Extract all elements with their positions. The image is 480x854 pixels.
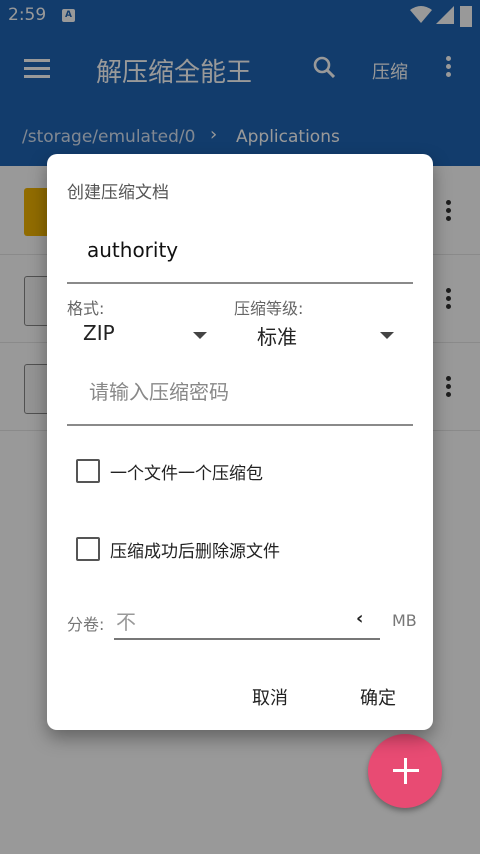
password-field [67,364,413,426]
delete-source-checkbox-row[interactable]: 压缩成功后删除源文件 [75,534,395,566]
split-size-field[interactable]: 不 ‹ [114,604,380,640]
level-label: 压缩等级: [234,299,304,318]
per-file-checkbox[interactable] [76,459,100,483]
add-fab-button[interactable] [368,734,442,808]
split-label: 分卷: [67,615,105,634]
level-select[interactable]: 标准 [234,318,404,354]
archive-name-field[interactable]: authority [67,224,413,284]
chevron-left-icon[interactable]: ‹ [356,608,363,629]
archive-name-value: authority [87,238,179,262]
format-label: 格式: [67,299,105,318]
delete-source-checkbox[interactable] [76,537,100,561]
dialog-title: 创建压缩文档 [67,183,169,203]
dropdown-arrow-icon [380,332,394,339]
password-input[interactable] [87,376,411,408]
confirm-button[interactable]: 确定 [360,684,396,710]
per-file-checkbox-row[interactable]: 一个文件一个压缩包 [75,456,395,488]
per-file-label: 一个文件一个压缩包 [110,464,263,484]
delete-source-label: 压缩成功后删除源文件 [110,542,280,562]
cancel-button[interactable]: 取消 [252,684,288,710]
level-value: 标准 [257,325,297,349]
plus-icon [393,758,419,784]
split-size-value: 不 [116,610,136,634]
create-archive-dialog: 创建压缩文档 authority 格式: 压缩等级: ZIP 标准 一个文件一个… [47,154,433,730]
format-select[interactable]: ZIP [67,318,217,354]
format-value: ZIP [83,321,115,345]
split-unit-label: MB [392,611,417,630]
dropdown-arrow-icon [193,332,207,339]
